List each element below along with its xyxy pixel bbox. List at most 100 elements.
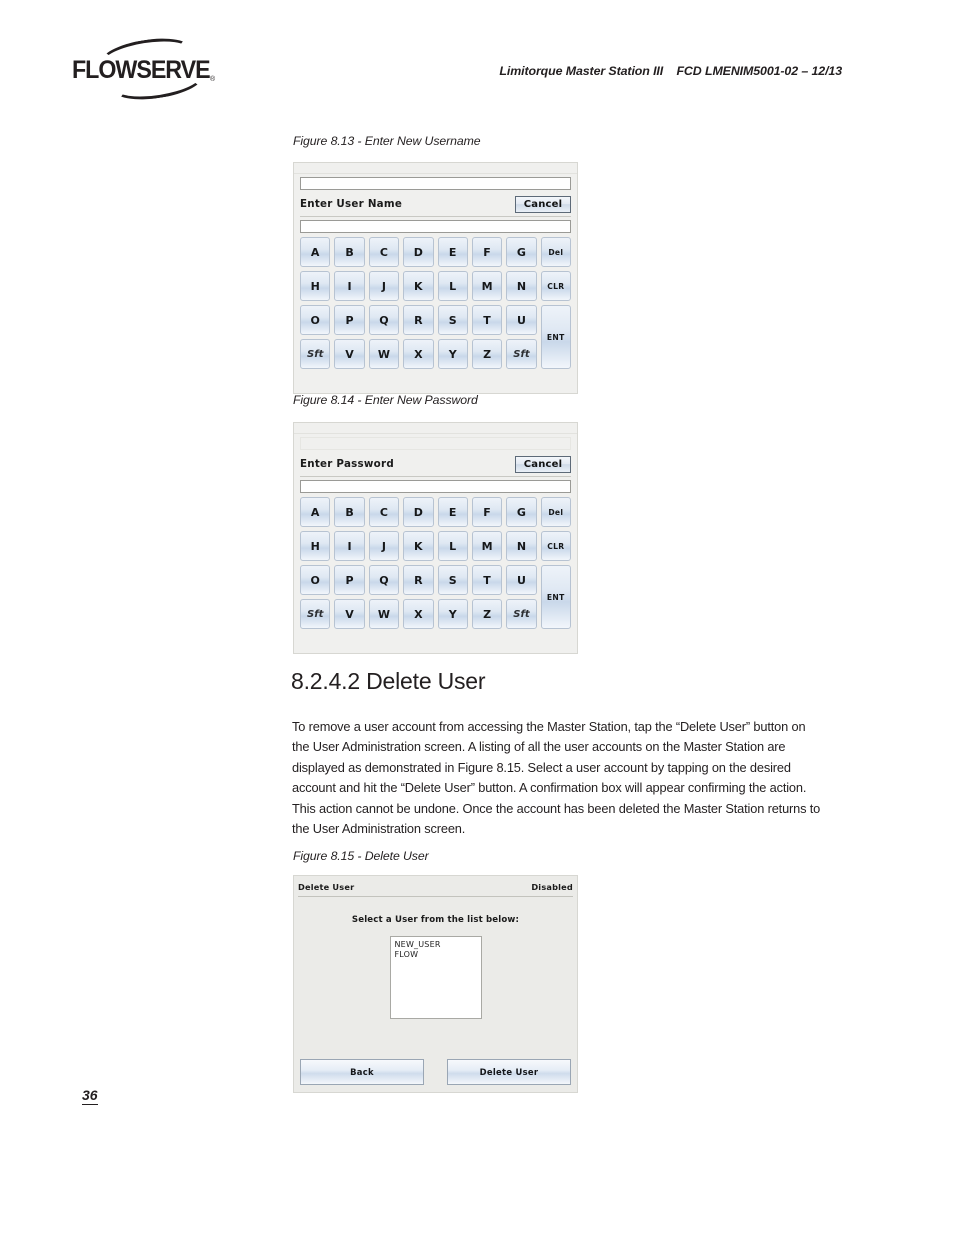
delete-user-titlebar: Delete User Disabled xyxy=(298,878,573,897)
key-g[interactable]: G xyxy=(506,497,537,527)
key-v[interactable]: V xyxy=(334,599,365,629)
key-u[interactable]: U xyxy=(506,305,537,335)
delete-user-button-row: Back Delete User xyxy=(294,1059,577,1085)
key-l[interactable]: L xyxy=(437,271,468,301)
delete-user-screen: Delete User Disabled Select a User from … xyxy=(293,875,578,1093)
key-k[interactable]: K xyxy=(403,271,434,301)
key-a[interactable]: A xyxy=(300,497,331,527)
key-s[interactable]: S xyxy=(437,565,468,595)
key-clr[interactable]: CLR xyxy=(540,531,571,561)
key-ent[interactable]: ENT xyxy=(540,565,571,629)
key-z[interactable]: Z xyxy=(471,339,503,369)
key-c[interactable]: C xyxy=(368,497,400,527)
status-badge: Disabled xyxy=(531,881,573,892)
enter-username-screen: Enter User Name Cancel A B C D E F G Del… xyxy=(293,162,578,394)
list-item[interactable]: NEW_USER xyxy=(395,940,477,950)
username-display-field[interactable] xyxy=(300,177,571,190)
key-clr[interactable]: CLR xyxy=(540,271,571,301)
key-l[interactable]: L xyxy=(437,531,468,561)
key-d[interactable]: D xyxy=(403,237,434,267)
screen-title: Delete User xyxy=(298,881,355,892)
figure-caption-8-14: Figure 8.14 - Enter New Password xyxy=(293,393,478,407)
password-input-field[interactable] xyxy=(300,480,571,493)
section-heading: 8.2.4.2 Delete User xyxy=(291,668,486,694)
key-w[interactable]: W xyxy=(368,599,400,629)
screen-top-strip xyxy=(294,163,577,174)
key-t[interactable]: T xyxy=(471,305,503,335)
logo-wordmark: FLOWSERVE xyxy=(72,56,211,84)
enter-password-label: Enter Password xyxy=(300,458,394,470)
cancel-button[interactable]: Cancel xyxy=(515,195,571,213)
key-w[interactable]: W xyxy=(368,339,400,369)
key-r[interactable]: R xyxy=(403,565,434,595)
key-h[interactable]: H xyxy=(300,271,331,301)
key-o[interactable]: O xyxy=(300,305,331,335)
logo-registered-mark: ® xyxy=(210,76,216,83)
key-v[interactable]: V xyxy=(334,339,365,369)
key-k[interactable]: K xyxy=(403,531,434,561)
onscreen-keyboard: A B C D E F G Del H I J K L M N CLR O P … xyxy=(300,497,571,629)
key-u[interactable]: U xyxy=(506,565,537,595)
enter-username-label: Enter User Name xyxy=(300,198,403,210)
key-x[interactable]: X xyxy=(403,599,434,629)
section-body-text: To remove a user account from accessing … xyxy=(292,719,821,837)
key-c[interactable]: C xyxy=(368,237,400,267)
select-user-prompt: Select a User from the list below: xyxy=(351,915,520,925)
key-m[interactable]: M xyxy=(471,271,503,301)
screen-bottom-strip xyxy=(294,635,577,653)
key-q[interactable]: Q xyxy=(368,565,400,595)
key-b[interactable]: B xyxy=(334,237,365,267)
screen-top-strip xyxy=(294,423,577,434)
key-h[interactable]: H xyxy=(300,531,331,561)
document-reference: Limitorque Master Station III FCD LMENIM… xyxy=(499,64,842,78)
key-z[interactable]: Z xyxy=(471,599,503,629)
username-input-field[interactable] xyxy=(300,220,571,233)
key-i[interactable]: I xyxy=(334,531,365,561)
user-list-box[interactable]: NEW_USER FLOW xyxy=(389,936,482,1019)
onscreen-keyboard: A B C D E F G Del H I J K L M N CLR O P … xyxy=(300,237,571,369)
key-p[interactable]: P xyxy=(334,305,365,335)
key-s[interactable]: S xyxy=(437,305,468,335)
key-n[interactable]: N xyxy=(506,271,537,301)
figure-caption-8-13: Figure 8.13 - Enter New Username xyxy=(293,134,481,148)
list-item[interactable]: FLOW xyxy=(395,950,477,960)
enter-password-screen: Enter Password Cancel A B C D E F G Del … xyxy=(293,422,578,654)
password-display-field[interactable] xyxy=(300,437,571,450)
delete-user-button[interactable]: Delete User xyxy=(447,1059,571,1085)
key-y[interactable]: Y xyxy=(437,339,468,369)
password-label-row: Enter Password Cancel xyxy=(300,452,571,477)
key-del[interactable]: Del xyxy=(540,497,571,527)
figure-caption-8-15: Figure 8.15 - Delete User xyxy=(293,849,429,863)
key-j[interactable]: J xyxy=(368,531,400,561)
key-f[interactable]: F xyxy=(471,237,503,267)
page-header: FLOWSERVE ® Limitorque Master Station II… xyxy=(0,33,954,105)
key-n[interactable]: N xyxy=(506,531,537,561)
cancel-button[interactable]: Cancel xyxy=(515,455,571,473)
username-label-row: Enter User Name Cancel xyxy=(300,192,571,217)
key-shift-left[interactable]: Sft xyxy=(300,339,331,369)
key-o[interactable]: O xyxy=(300,565,331,595)
key-y[interactable]: Y xyxy=(437,599,468,629)
key-j[interactable]: J xyxy=(368,271,400,301)
back-button[interactable]: Back xyxy=(300,1059,424,1085)
key-shift-right[interactable]: Sft xyxy=(506,339,537,369)
key-f[interactable]: F xyxy=(471,497,503,527)
key-g[interactable]: G xyxy=(506,237,537,267)
key-a[interactable]: A xyxy=(300,237,331,267)
key-e[interactable]: E xyxy=(437,237,468,267)
key-shift-left[interactable]: Sft xyxy=(300,599,331,629)
key-d[interactable]: D xyxy=(403,497,434,527)
key-b[interactable]: B xyxy=(334,497,365,527)
key-p[interactable]: P xyxy=(334,565,365,595)
key-ent[interactable]: ENT xyxy=(540,305,571,369)
key-shift-right[interactable]: Sft xyxy=(506,599,537,629)
key-r[interactable]: R xyxy=(403,305,434,335)
key-e[interactable]: E xyxy=(437,497,468,527)
key-m[interactable]: M xyxy=(471,531,503,561)
key-t[interactable]: T xyxy=(471,565,503,595)
page-number: 36 xyxy=(82,1087,98,1105)
key-x[interactable]: X xyxy=(403,339,434,369)
key-q[interactable]: Q xyxy=(368,305,400,335)
key-del[interactable]: Del xyxy=(540,237,571,267)
key-i[interactable]: I xyxy=(334,271,365,301)
